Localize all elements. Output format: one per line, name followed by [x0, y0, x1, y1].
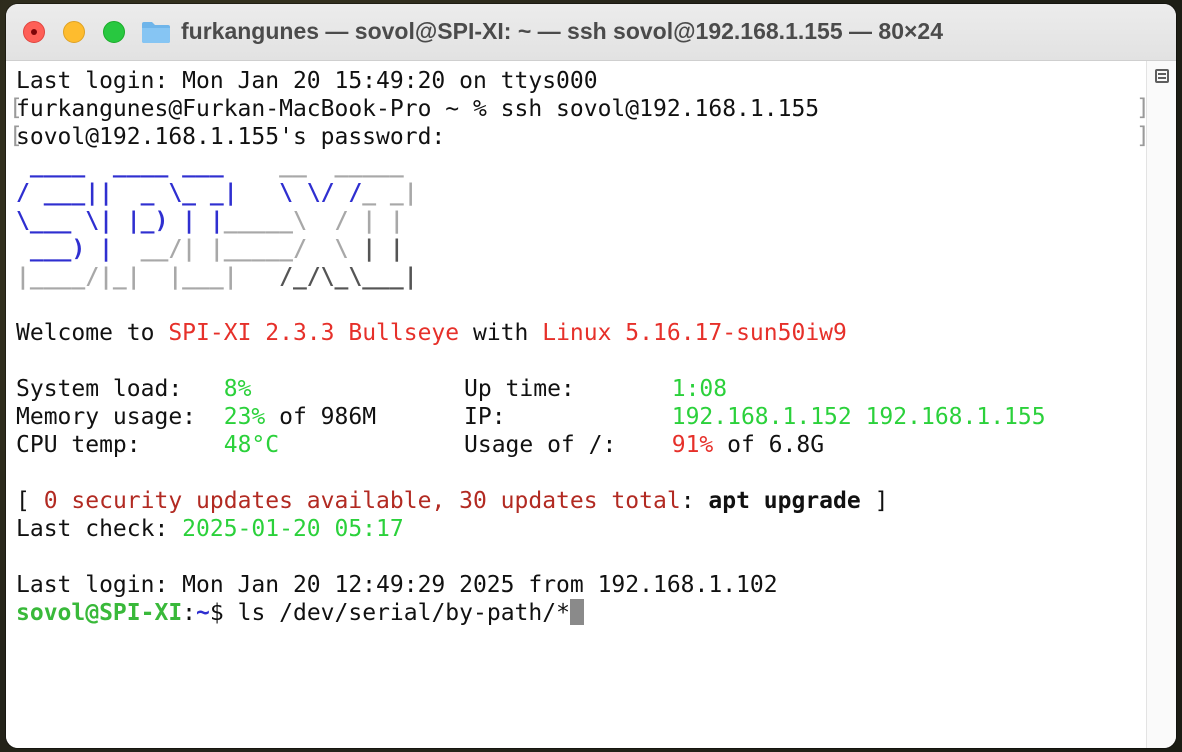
welcome-middle: with	[459, 320, 543, 346]
folder-icon	[142, 22, 170, 43]
last-login-remote: Last login: Mon Jan 20 12:49:29 2025 fro…	[16, 572, 778, 598]
usage-suffix: of 6.8G	[713, 432, 825, 458]
memory-suffix: of 986M	[265, 404, 377, 430]
distro-name: SPI-XI 2.3.3 Bullseye	[168, 320, 460, 346]
updates-colon: :	[680, 488, 709, 514]
banner-part: | |	[362, 236, 404, 262]
banner-line-1: ____ ____ ___ __ _____	[16, 151, 404, 179]
minimize-button[interactable]	[63, 21, 85, 43]
updates-count: 0 security updates available, 30 updates…	[43, 488, 681, 514]
updates-open: [	[16, 488, 44, 514]
welcome-line: Welcome to SPI-XI 2.3.3 Bullseye with Li…	[16, 319, 847, 347]
banner-part: \ / | |	[292, 208, 404, 234]
prompt-user: sovol@SPI-XI	[16, 600, 183, 626]
updates-line: [ 0 security updates available, 30 updat…	[16, 487, 888, 515]
system-load-label: System load:	[16, 376, 224, 402]
last-login-local: Last login: Mon Jan 20 15:49:20 on ttys0…	[16, 68, 598, 94]
close-button[interactable]	[23, 21, 45, 43]
terminal-content[interactable]: Last login: Mon Jan 20 15:49:20 on ttys0…	[6, 61, 1150, 748]
last-check-label: Last check:	[16, 516, 183, 542]
banner-part: _____	[223, 208, 293, 234]
banner-line-4: ___) | __/| |_____/ \ | |	[16, 235, 404, 263]
system-load-line: System load: 8%	[16, 375, 251, 403]
banner-part: __ _____	[223, 152, 404, 178]
uptime-line: Up time: 1:08	[464, 375, 727, 403]
banner-part: \___ \| |_) | |	[16, 208, 224, 234]
ip-label: IP:	[464, 404, 672, 430]
cpu-label: CPU temp:	[16, 432, 224, 458]
ip-line: IP: 192.168.1.152 192.168.1.155	[464, 403, 1046, 431]
local-command: ssh sovol@192.168.1.155	[500, 96, 820, 122]
window-title: furkangunes — sovol@SPI-XI: ~ — ssh sovo…	[181, 18, 944, 44]
uptime-label: Up time:	[464, 376, 672, 402]
title-bar[interactable]: furkangunes — sovol@SPI-XI: ~ — ssh sovo…	[6, 4, 1176, 61]
usage-label: Usage of /:	[464, 432, 672, 458]
memory-line: Memory usage: 23% of 986M	[16, 403, 376, 431]
banner-part: / ___||	[16, 180, 127, 206]
terminal-window: furkangunes — sovol@SPI-XI: ~ — ssh sovo…	[6, 4, 1176, 748]
remote-prompt-line[interactable]: sovol@SPI-XI:~$ ls /dev/serial/by-path/*	[16, 599, 584, 627]
password-prompt: sovol@192.168.1.155's password:	[16, 124, 446, 150]
banner-part: |____/|_| |___|	[16, 264, 280, 290]
banner-line-2: / ___|| _ \_ _| \ \/ /_ _|	[16, 179, 418, 207]
banner-part: \ \/ /	[237, 180, 363, 206]
local-prompt: furkangunes@Furkan-MacBook-Pro ~ %	[16, 96, 501, 122]
updates-command: apt upgrade	[708, 488, 861, 514]
banner-line-5: |____/|_| |___| /_/\_\___|	[16, 263, 418, 291]
banner-line-3: \___ \| |_) | |_____\ / | |	[16, 207, 404, 235]
disk-usage-line: Usage of /: 91% of 6.8G	[464, 431, 824, 459]
last-check-value: 2025-01-20 05:17	[182, 516, 404, 542]
memory-value: 23%	[223, 404, 266, 430]
scroll-icon[interactable]	[1155, 69, 1169, 83]
last-check-line: Last check: 2025-01-20 05:17	[16, 515, 404, 543]
scrollbar[interactable]	[1146, 61, 1176, 748]
banner-part: __/| |_____/ \	[126, 236, 363, 262]
zoom-button[interactable]	[103, 21, 125, 43]
ip-value: 192.168.1.152 192.168.1.155	[671, 404, 1046, 430]
system-load-value: 8%	[223, 376, 252, 402]
prompt-sign: $	[209, 600, 238, 626]
local-prompt-line: furkangunes@Furkan-MacBook-Pro ~ % ssh s…	[16, 95, 819, 123]
banner-part: _ _|	[362, 180, 418, 206]
kernel-version: Linux 5.16.17-sun50iw9	[542, 320, 847, 346]
usage-value: 91%	[671, 432, 714, 458]
memory-label: Memory usage:	[16, 404, 224, 430]
remote-command: ls /dev/serial/by-path/*	[237, 600, 570, 626]
banner-part: ____ ____ ___	[16, 152, 224, 178]
banner-part: /_/\_\___|	[279, 264, 418, 290]
cpu-line: CPU temp: 48°C	[16, 431, 279, 459]
text-cursor	[569, 599, 584, 625]
banner-part: _ \_ _|	[126, 180, 238, 206]
uptime-value: 1:08	[671, 376, 728, 402]
prompt-colon: :	[182, 600, 197, 626]
updates-close: ]	[860, 488, 889, 514]
cpu-value: 48°C	[223, 432, 280, 458]
welcome-prefix: Welcome to	[16, 320, 169, 346]
prompt-path: ~	[196, 600, 210, 626]
banner-part: ___) |	[16, 236, 127, 262]
